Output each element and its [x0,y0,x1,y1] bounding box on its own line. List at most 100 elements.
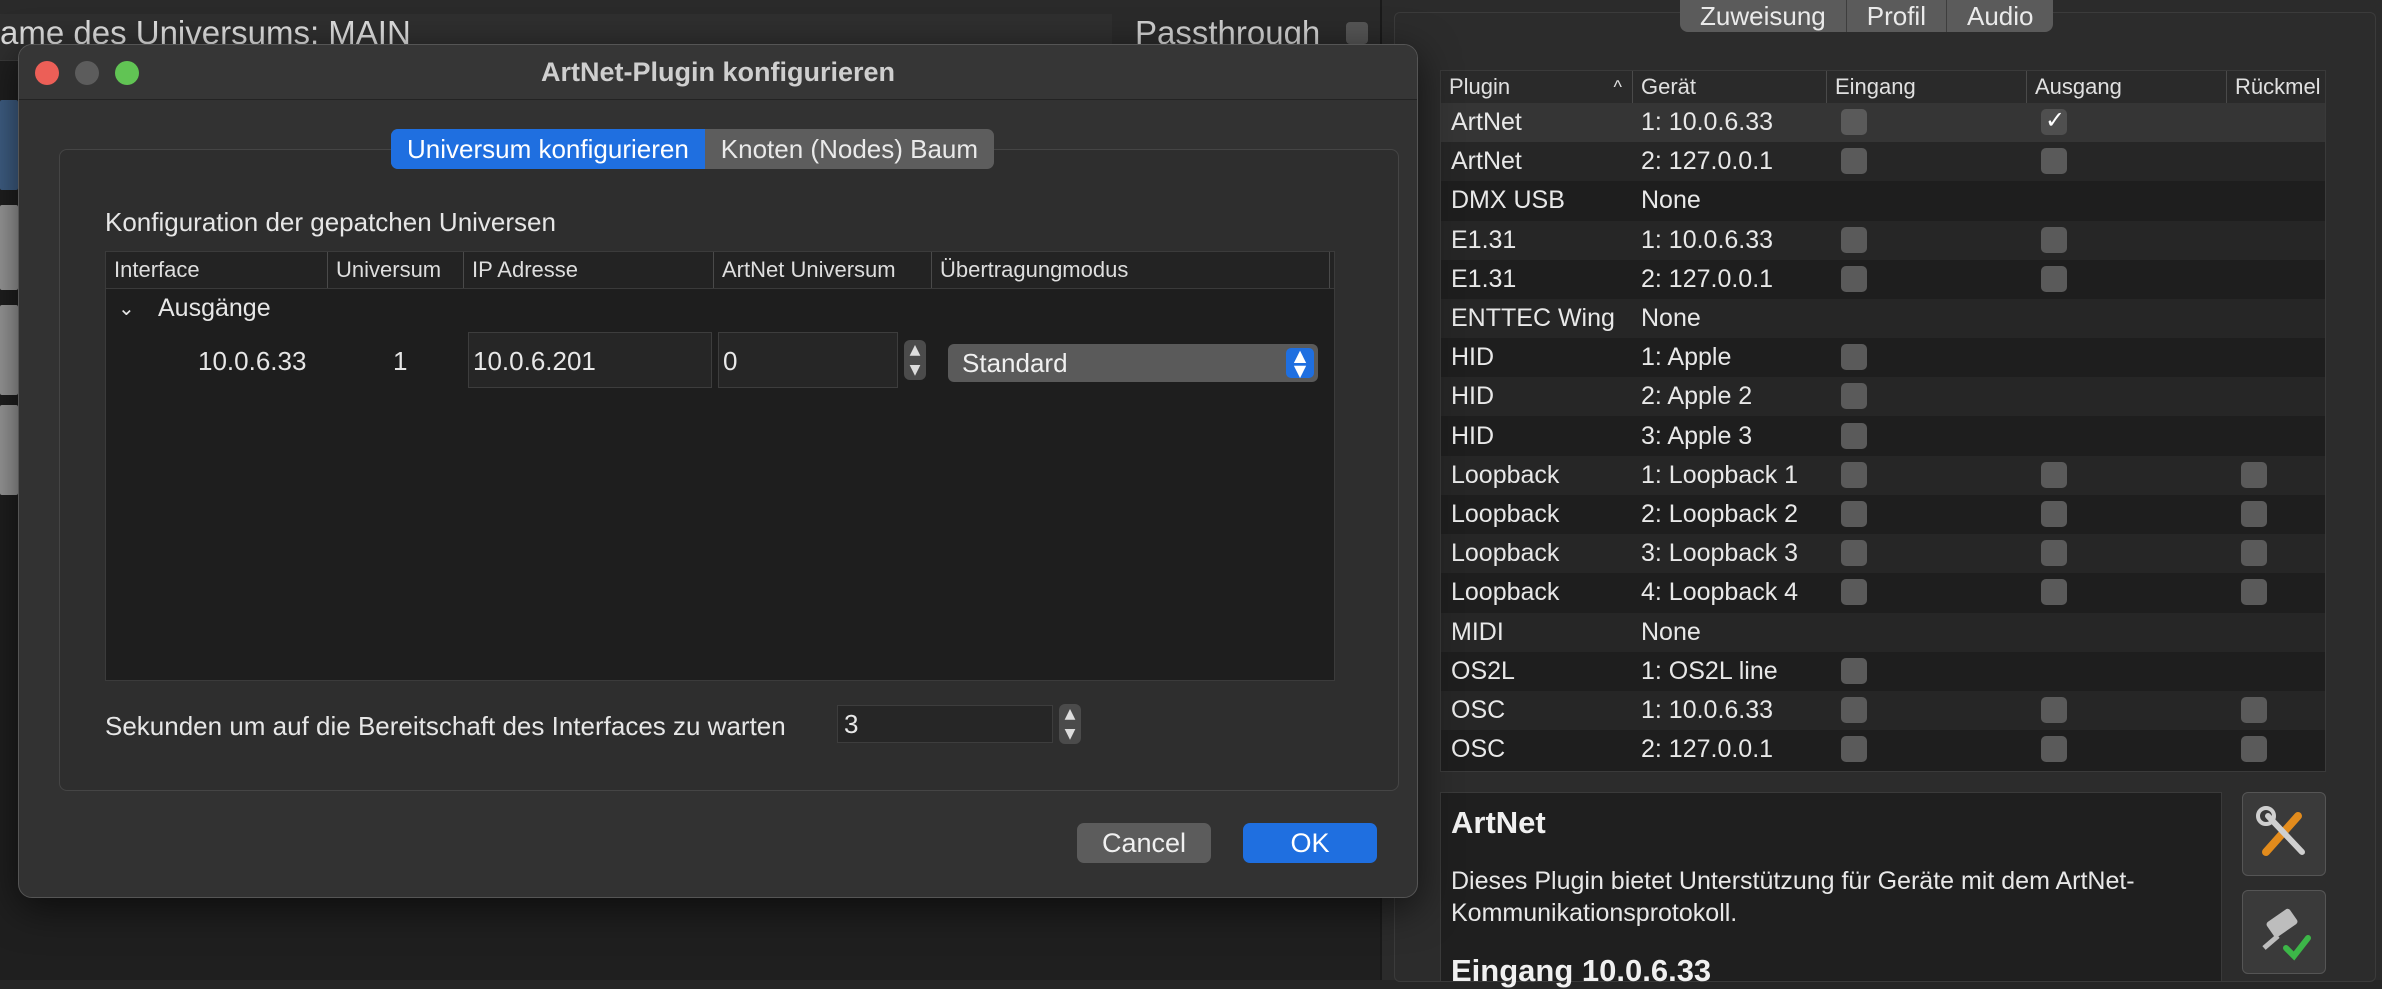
plugin-name: HID [1451,421,1495,450]
device-check-button[interactable] [2242,890,2326,974]
tab-profil[interactable]: Profil [1847,0,1947,32]
tab-configure-universe[interactable]: Universum konfigurieren [391,129,705,169]
transmission-mode-select[interactable]: Standard ▲ ▼ [948,344,1318,382]
column-header-artnet-universe[interactable]: ArtNet Universum [714,252,932,288]
input-checkbox[interactable] [1841,657,1867,684]
device-name: 4: Loopback 4 [1641,578,1799,607]
table-row[interactable]: ArtNet 1: 10.0.6.33 [1441,103,2325,142]
side-button-2[interactable] [0,205,18,290]
column-header-interface[interactable]: Interface [106,252,328,288]
wait-seconds-input[interactable]: 3 [837,705,1053,743]
table-row[interactable]: ENTTEC Wing None [1441,299,2325,338]
feedback-checkbox[interactable] [2241,736,2267,763]
input-checkbox[interactable] [1841,422,1867,449]
table-row[interactable]: DMX USB None [1441,181,2325,220]
input-checkbox[interactable] [1841,461,1867,488]
output-checkbox[interactable] [2041,265,2067,292]
dialog-title: ArtNet-Plugin konfigurieren [540,57,895,87]
configure-plugin-button[interactable] [2242,792,2326,876]
feedback-checkbox[interactable] [2241,697,2267,723]
plugin-table-header: Plugin ^ Gerät Eingang Ausgang Rückmel [1441,71,2325,104]
table-row[interactable]: E1.31 2: 127.0.0.1 [1441,260,2325,299]
table-row[interactable]: OSC 2: 127.0.0.1 [1441,730,2325,769]
description-text: Dieses Plugin bietet Unterstützung für G… [1451,867,2135,927]
plugin-name: E1.31 [1451,225,1517,254]
device-name: 1: Loopback 1 [1641,460,1799,489]
output-checkbox[interactable] [2041,697,2067,723]
output-checkbox[interactable] [2041,461,2067,488]
chevron-down-icon[interactable]: ⌄ [118,290,135,326]
device-name: 1: 10.0.6.33 [1641,225,1774,254]
input-checkbox[interactable] [1841,697,1867,723]
input-checkbox[interactable] [1841,265,1867,292]
table-row[interactable]: OSC 1: 10.0.6.33 [1441,691,2325,730]
column-header-universe[interactable]: Universum [328,252,464,288]
output-checkbox[interactable] [2041,540,2067,567]
cancel-button[interactable]: Cancel [1077,823,1211,863]
column-header-output[interactable]: Ausgang [2027,71,2227,103]
device-name: 3: Loopback 3 [1641,539,1799,568]
table-row[interactable]: MIDI None [1441,612,2325,652]
column-header-plugin[interactable]: Plugin ^ [1441,71,1633,103]
table-row[interactable]: OS2L 1: OS2L line [1441,652,2325,691]
universe-table: Interface Universum IP Adresse ArtNet Un… [105,251,1335,681]
table-row[interactable]: ArtNet 2: 127.0.0.1 [1441,142,2325,182]
feedback-checkbox[interactable] [2241,540,2267,567]
tab-zuweisung[interactable]: Zuweisung [1680,0,1847,32]
input-checkbox[interactable] [1841,736,1867,763]
table-row[interactable]: Loopback 1: Loopback 1 [1441,455,2325,495]
tab-nodes-tree[interactable]: Knoten (Nodes) Baum [705,129,994,169]
output-checkbox[interactable] [2041,148,2067,175]
input-checkbox[interactable] [1841,109,1867,135]
table-row[interactable]: HID 2: Apple 2 [1441,377,2325,417]
input-checkbox[interactable] [1841,344,1867,371]
input-checkbox[interactable] [1841,501,1867,527]
feedback-checkbox[interactable] [2241,501,2267,527]
plugin-name: Loopback [1451,539,1560,568]
plugin-name: Loopback [1451,578,1560,607]
table-row[interactable]: Loopback 2: Loopback 2 [1441,495,2325,534]
tab-audio[interactable]: Audio [1947,0,2054,32]
column-header-device[interactable]: Gerät [1633,71,1827,103]
stepper-down-icon[interactable]: ▼ [1059,724,1081,744]
feedback-checkbox[interactable] [2241,461,2267,488]
table-row[interactable]: Loopback 4: Loopback 4 [1441,573,2325,612]
side-button-3[interactable] [0,305,18,395]
stepper-up-icon[interactable]: ▲ [1059,704,1081,724]
interface-value: 10.0.6.33 [198,346,307,376]
output-checkbox[interactable] [2041,106,2067,135]
input-checkbox[interactable] [1841,383,1867,410]
output-checkbox[interactable] [2041,226,2067,253]
table-row[interactable]: HID 1: Apple [1441,338,2325,377]
feedback-checkbox[interactable] [2241,579,2267,606]
table-row[interactable]: Loopback 3: Loopback 3 [1441,534,2325,574]
wait-seconds-stepper[interactable]: ▲ ▼ [1059,704,1081,744]
output-checkbox[interactable] [2041,501,2067,527]
input-checkbox[interactable] [1841,540,1867,567]
column-header-ip[interactable]: IP Adresse [464,252,714,288]
group-label: Ausgänge [158,294,271,322]
table-row[interactable]: HID 3: Apple 3 [1441,417,2325,456]
artnet-universe-stepper[interactable]: ▲ ▼ [904,340,926,380]
column-header-feedback[interactable]: Rückmel [2227,71,2325,103]
passthrough-checkbox[interactable] [1346,22,1368,44]
column-header-mode[interactable]: Übertragungmodus [932,252,1330,288]
output-checkbox[interactable] [2041,579,2067,606]
stepper-up-icon[interactable]: ▲ [904,340,926,360]
plugin-name: OSC [1451,735,1506,764]
column-header-input[interactable]: Eingang [1827,71,2027,103]
ip-address-input[interactable]: 10.0.6.201 [468,332,712,388]
universe-row[interactable]: 10.0.6.33 1 10.0.6.201 0 ▲ ▼ Standard ▲ ▼ [106,332,1334,390]
dialog-titlebar[interactable]: ArtNet-Plugin konfigurieren [19,45,1417,100]
side-button-1[interactable] [0,100,18,190]
ok-button[interactable]: OK [1243,823,1377,863]
input-checkbox[interactable] [1841,226,1867,253]
input-checkbox[interactable] [1841,579,1867,606]
table-row[interactable]: E1.31 1: 10.0.6.33 [1441,220,2325,260]
artnet-universe-input[interactable]: 0 [718,332,898,388]
stepper-down-icon[interactable]: ▼ [904,360,926,380]
side-button-4[interactable] [0,405,18,495]
artnet-config-dialog: ArtNet-Plugin konfigurieren Universum ko… [18,44,1418,898]
output-checkbox[interactable] [2041,736,2067,763]
input-checkbox[interactable] [1841,148,1867,175]
